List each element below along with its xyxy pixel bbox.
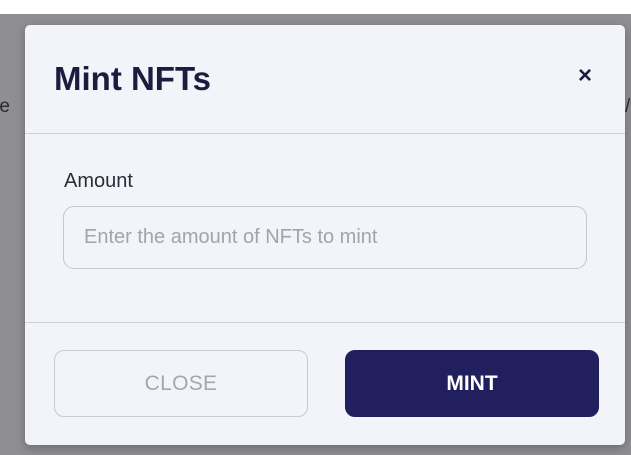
mint-button[interactable]: MINT	[345, 350, 599, 417]
amount-label: Amount	[64, 170, 133, 192]
background-text-fragment-right: /	[625, 96, 631, 117]
page-backdrop	[0, 0, 631, 14]
background-text-fragment-left: ne	[0, 96, 10, 117]
modal-header: Mint NFTs ×	[25, 25, 625, 134]
modal-footer: CLOSE MINT	[25, 323, 625, 445]
amount-input[interactable]	[63, 206, 587, 269]
close-button[interactable]: CLOSE	[54, 350, 308, 417]
modal-body: Amount	[25, 134, 625, 323]
modal-title: Mint NFTs	[54, 60, 212, 97]
close-icon[interactable]: ×	[573, 64, 597, 88]
mint-nfts-modal: Mint NFTs × Amount CLOSE MINT	[25, 25, 625, 445]
